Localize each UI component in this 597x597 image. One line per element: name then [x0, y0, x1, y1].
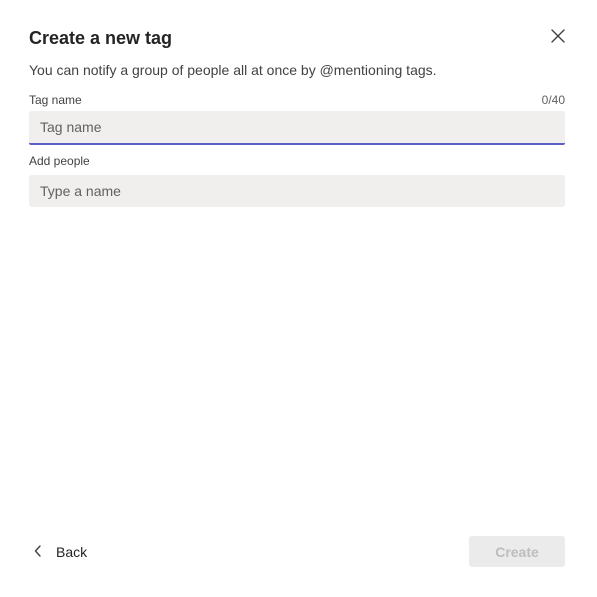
back-button-label: Back [56, 544, 88, 560]
back-button[interactable]: Back [34, 541, 87, 563]
dialog-title: Create a new tag [29, 28, 173, 48]
close-icon [551, 28, 565, 48]
add-people-label: Add people [29, 154, 90, 168]
chevron-left-icon [34, 544, 42, 560]
close-button[interactable] [547, 27, 569, 49]
create-tag-dialog: Create a new tag You can notify a group … [0, 0, 597, 597]
tag-name-character-counter: 0/40 [541, 93, 565, 107]
add-people-input[interactable] [29, 175, 565, 207]
dialog-subtitle: You can notify a group of people all at … [29, 62, 437, 78]
tag-name-label: Tag name [29, 93, 82, 107]
create-button[interactable]: Create [469, 536, 565, 567]
tag-name-input[interactable] [29, 111, 565, 145]
